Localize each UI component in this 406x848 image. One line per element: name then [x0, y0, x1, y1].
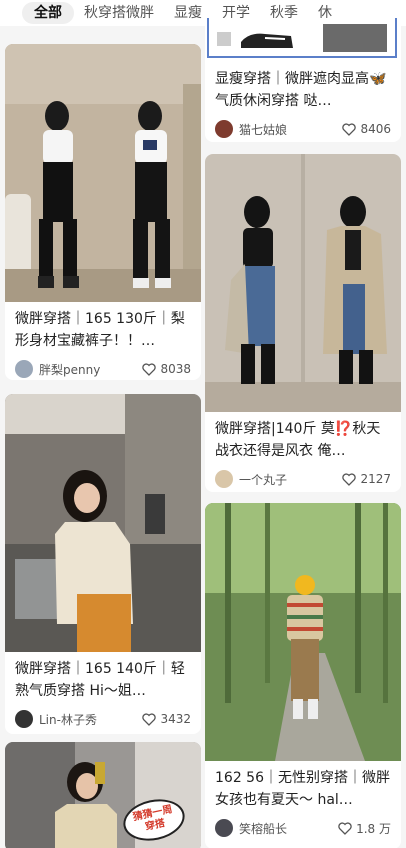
- feed-card[interactable]: 微胖穿搭｜165 130斤｜梨形身材宝藏裤子！！… 胖梨penny 8038: [5, 44, 201, 380]
- feed-card[interactable]: 猜猜一周穿搭: [5, 742, 201, 848]
- post-title: 显瘦穿搭｜微胖遮肉显高🦋气质休闲穿搭 哒…: [215, 71, 387, 109]
- like-button[interactable]: 8406: [342, 122, 391, 136]
- post-photo: [5, 394, 201, 652]
- post-meta: 胖梨penny 8038: [5, 354, 201, 380]
- feed-card[interactable]: 微胖穿搭｜165 140斤｜轻熟气质穿搭 Hi～姐… Lin-林子秀 3432: [5, 394, 201, 734]
- tab-all[interactable]: 全部: [22, 2, 74, 24]
- author-name[interactable]: 笑榕船长: [239, 820, 338, 837]
- like-count: 1.8 万: [356, 821, 391, 836]
- post-photo: [205, 18, 401, 62]
- avatar[interactable]: [15, 360, 33, 378]
- author-name[interactable]: Lin-林子秀: [39, 711, 142, 728]
- like-button[interactable]: 2127: [342, 472, 391, 486]
- author-name[interactable]: 一个丸子: [239, 471, 342, 488]
- feed-card[interactable]: 162 56｜无性别穿搭｜微胖女孩也有夏天～ hal… 笑榕船长 1.8 万: [205, 503, 401, 848]
- author-name[interactable]: 胖梨penny: [39, 361, 142, 378]
- avatar[interactable]: [215, 819, 233, 837]
- post-photo: [205, 154, 401, 412]
- author-name[interactable]: 猫七姑娘: [239, 121, 342, 138]
- post-meta: 一个丸子 2127: [205, 464, 401, 492]
- post-title: 微胖穿搭｜165 130斤｜梨形身材宝藏裤子！！…: [15, 311, 185, 349]
- avatar[interactable]: [215, 470, 233, 488]
- heart-icon: [142, 362, 157, 376]
- avatar[interactable]: [15, 710, 33, 728]
- feed-card[interactable]: 微胖穿搭|140斤 莫⁉️秋天战衣还得是风衣 俺… 一个丸子 2127: [205, 154, 401, 492]
- like-count: 3432: [160, 712, 191, 726]
- sticker-text: 猜猜一周穿搭: [131, 804, 174, 833]
- post-meta: Lin-林子秀 3432: [5, 704, 201, 734]
- like-button[interactable]: 1.8 万: [338, 820, 391, 837]
- heart-icon: [142, 712, 157, 726]
- like-count: 2127: [360, 472, 391, 486]
- post-photo: 猜猜一周穿搭: [5, 742, 201, 848]
- avatar[interactable]: [215, 120, 233, 138]
- like-count: 8038: [160, 362, 191, 376]
- heart-icon: [342, 472, 357, 486]
- post-meta: 猫七姑娘 8406: [205, 114, 401, 142]
- heart-icon: [342, 122, 357, 136]
- post-meta: 笑榕船长 1.8 万: [205, 813, 401, 843]
- post-photo: [5, 44, 201, 302]
- post-title: 微胖穿搭|140斤 莫⁉️秋天战衣还得是风衣 俺…: [215, 421, 381, 459]
- like-button[interactable]: 8038: [142, 362, 191, 376]
- like-count: 8406: [360, 122, 391, 136]
- post-title: 162 56｜无性别穿搭｜微胖女孩也有夏天～ hal…: [215, 770, 390, 808]
- post-photo: [205, 503, 401, 761]
- like-button[interactable]: 3432: [142, 712, 191, 726]
- feed-card[interactable]: 显瘦穿搭｜微胖遮肉显高🦋气质休闲穿搭 哒… 猫七姑娘 8406: [205, 18, 401, 142]
- tab-autumn-plus-size[interactable]: 秋穿搭微胖: [74, 0, 164, 26]
- post-title: 微胖穿搭｜165 140斤｜轻熟气质穿搭 Hi～姐…: [15, 661, 185, 699]
- heart-icon: [338, 821, 352, 835]
